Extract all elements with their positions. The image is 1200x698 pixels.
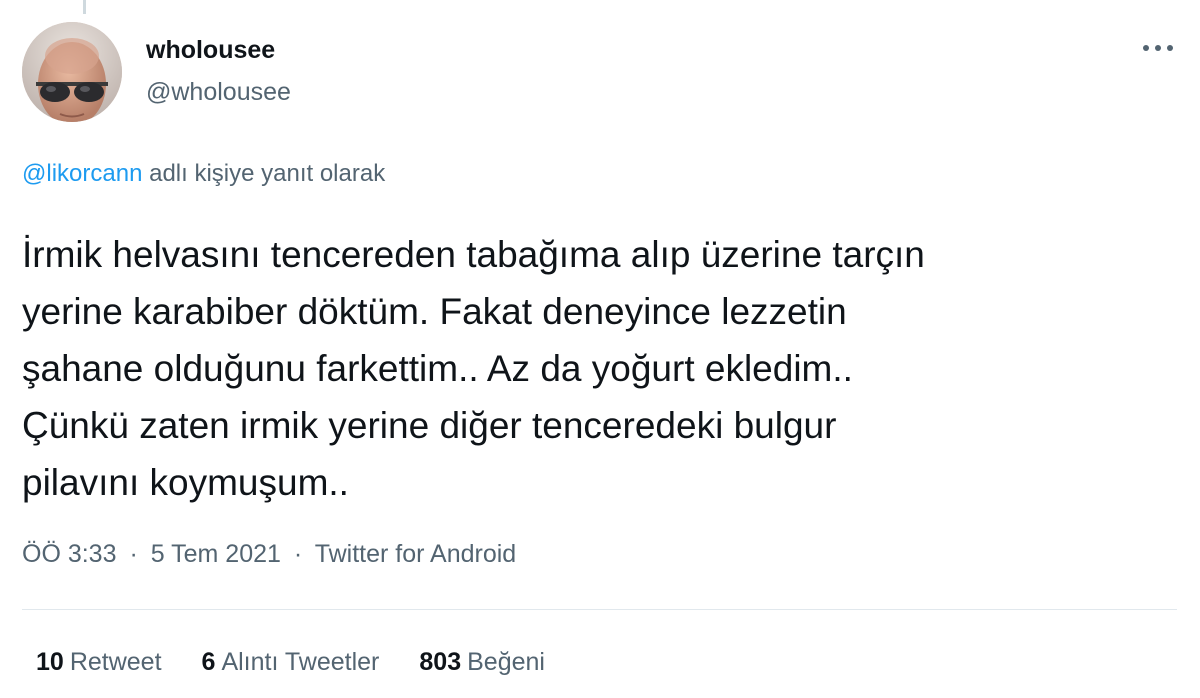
tweet-date-link[interactable]: 5 Tem 2021 — [151, 540, 281, 568]
meta-separator: · — [293, 540, 303, 568]
tweet-meta: ÖÖ 3:33 · 5 Tem 2021 · Twitter for Andro… — [22, 540, 516, 569]
author-handle[interactable]: @wholousee — [146, 78, 291, 107]
more-horizontal-icon[interactable] — [1140, 38, 1176, 58]
likes-count: 803 — [419, 648, 462, 676]
tweet-time-link[interactable]: ÖÖ 3:33 — [22, 540, 117, 568]
quote-tweets-stat[interactable]: 6 Alıntı Tweetler — [202, 648, 380, 677]
reply-context: @likorcann adlı kişiye yanıt olarak — [22, 160, 385, 188]
divider — [22, 609, 1177, 610]
retweets-count: 10 — [36, 648, 64, 676]
likes-stat[interactable]: 803 Beğeni — [419, 648, 545, 677]
likes-label: Beğeni — [467, 648, 545, 676]
reply-mention-link[interactable]: @likorcann — [22, 160, 142, 187]
tweet-source-link[interactable]: Twitter for Android — [315, 540, 516, 568]
avatar[interactable] — [22, 22, 122, 122]
tweet-text: İrmik helvasını tencereden tabağıma alıp… — [22, 226, 1172, 511]
tweet-text-line: yerine karabiber döktüm. Fakat deneyince… — [22, 291, 847, 332]
quote-tweets-label: Alıntı Tweetler — [221, 648, 380, 676]
quote-tweets-count: 6 — [201, 648, 216, 676]
tweet-text-line: İrmik helvasını tencereden tabağıma alıp… — [22, 234, 925, 275]
tweet-text-line: pilavını koymuşum.. — [22, 462, 349, 503]
engagement-stats: 10 Retweet 6 Alıntı Tweetler 803 Beğeni — [36, 648, 545, 677]
tweet-text-line: şahane olduğunu farkettim.. Az da yoğurt… — [22, 348, 853, 389]
thread-connector-line — [83, 0, 86, 14]
reply-context-label: adlı kişiye yanıt olarak — [149, 160, 386, 187]
author-display-name[interactable]: wholousee — [146, 36, 275, 65]
tweet-text-line: Çünkü zaten irmik yerine diğer tencerede… — [22, 405, 837, 446]
retweets-label: Retweet — [69, 648, 162, 676]
avatar-photo — [22, 22, 122, 122]
retweets-stat[interactable]: 10 Retweet — [36, 648, 162, 677]
meta-separator: · — [129, 540, 138, 568]
